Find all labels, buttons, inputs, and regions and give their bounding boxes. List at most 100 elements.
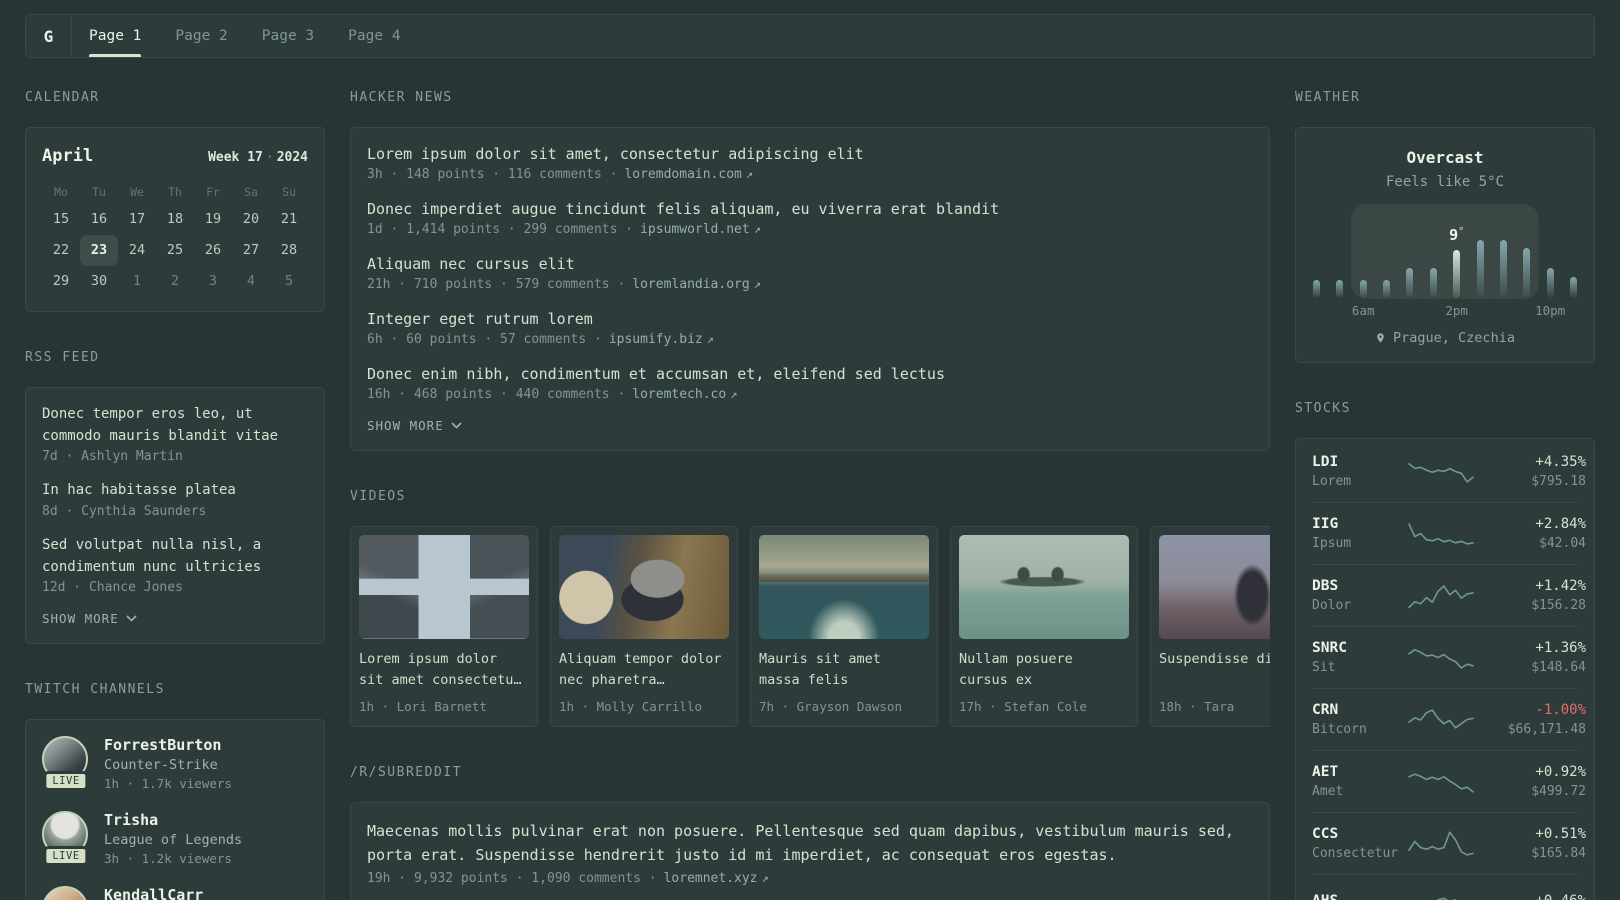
hour-label: 10pm [1535,303,1566,318]
hn-item-title[interactable]: Donec enim nibh, condimentum et accumsan… [367,364,1253,385]
stock-row[interactable]: IIG Ipsum +2.84% $42.04 [1312,502,1586,564]
subreddit-post-domain-link[interactable]: loremnet.xyz ↗ [664,871,769,886]
calendar-day: 2 [170,273,180,289]
weather-label: WEATHER [1295,90,1361,105]
hackernews-panel: Lorem ipsum dolor sit amet, consectetur … [350,127,1270,451]
subreddit-post-title[interactable]: Maecenas mollis pulvinar erat non posuer… [367,819,1253,867]
calendar-weekdays: Mo Tu We Th Fr Sa Su [42,180,308,204]
hn-item-meta: 21h · 710 points · 579 comments · loremla… [367,277,1253,292]
hn-item-title[interactable]: Integer eget rutrum lorem [367,309,1253,330]
hn-item: Integer eget rutrum lorem 6h · 60 points… [367,309,1253,347]
stock-change: +1.36% [1535,640,1586,656]
external-link-icon: ↗ [753,222,761,236]
subreddit-widget: /R/SUBREDDIT Maecenas mollis pulvinar er… [350,765,1270,900]
stock-change: +0.51% [1535,826,1586,842]
hn-item-title[interactable]: Lorem ipsum dolor sit amet, consectetur … [367,144,1253,165]
rss-item-title[interactable]: In hac habitasse platea [42,480,308,502]
hackernews-list: Lorem ipsum dolor sit amet, consectetur … [367,144,1253,402]
hn-item-domain-link[interactable]: loremlandia.org ↗ [632,277,761,292]
video-card[interactable]: Nullam posuere cursus ex 17h · Stefan Co… [950,526,1138,727]
hn-item-meta: 16h · 468 points · 440 comments · loremte… [367,387,1253,402]
rss-item-meta: 8d · Cynthia Saunders [42,504,207,520]
weekday-label: Sa [244,185,258,199]
weather-bar [1336,280,1344,298]
stock-row[interactable]: CCS Consectetur +0.51% $165.84 [1312,812,1586,874]
rss-item-title[interactable]: Sed volutpat nulla nisl, a condimentum n… [42,535,308,578]
stock-identity: AHS [1312,893,1408,900]
current-temp-label: 9° [1449,226,1465,244]
hn-item-meta: 3h · 148 points · 116 comments · loremdom… [367,167,1253,182]
rss-show-more-button[interactable]: SHOW MORE [42,611,137,626]
week-number: Week 17 [208,150,263,165]
rss-item: Donec tempor eros leo, ut commodo mauris… [42,404,308,464]
twitch-label: TWITCH CHANNELS [25,682,165,698]
twitch-avatar-wrap: LIVE [42,886,90,900]
rss-item-meta: 12d · Chance Jones [42,580,183,596]
stock-price: $148.64 [1531,660,1586,675]
external-link-icon: ↗ [753,277,761,291]
hn-item-domain-link[interactable]: ipsumworld.net ↗ [640,222,761,237]
calendar-day: 17 [128,211,146,227]
hn-item-domain: loremtech.co [632,387,727,402]
stock-sparkline [1408,462,1474,483]
twitch-channel[interactable]: LIVE KendallCarr [42,886,308,900]
calendar-day: 21 [280,211,298,227]
weather-bar [1523,248,1531,298]
twitch-channel[interactable]: LIVE Trisha League of Legends 3h · 1.2k … [42,811,308,867]
calendar-day: 3 [208,273,218,289]
video-card[interactable]: Lorem ipsum dolor sit amet consectetu… 1… [350,526,538,727]
video-title: Nullam posuere cursus ex [959,651,1073,688]
calendar-day: 5 [284,273,294,289]
stock-row[interactable]: SNRC Sit +1.36% $148.64 [1312,626,1586,688]
page-tab[interactable]: Page 2 [158,15,244,57]
hn-item-stats: 6h · 60 points · 57 comments · [367,332,602,347]
hn-item-domain-link[interactable]: loremtech.co ↗ [632,387,737,402]
external-link-icon: ↗ [745,167,754,181]
stock-row[interactable]: AHS +0.46% [1312,874,1586,900]
stock-sparkline [1408,830,1474,856]
page-tab[interactable]: Page 3 [245,15,331,57]
stock-sparkline [1408,522,1474,545]
subreddit-label: /R/SUBREDDIT [350,765,462,780]
hn-item-title[interactable]: Aliquam nec cursus elit [367,254,1253,275]
stock-row[interactable]: CRN Bitcorn -1.00% $66,171.48 [1312,688,1586,750]
twitch-channel-game: Counter-Strike [104,757,218,774]
stock-sparkline [1408,708,1474,729]
stock-sparkline [1408,584,1474,608]
calendar-day: 27 [242,242,260,258]
rss-item-title[interactable]: Donec tempor eros leo, ut commodo mauris… [42,404,308,447]
page-tab[interactable]: Page 1 [72,15,158,57]
video-title: Suspendisse diam [1159,651,1270,667]
stock-symbol: CRN [1312,702,1339,718]
separator-dot: · [265,150,274,165]
stock-row[interactable]: DBS Dolor +1.42% $156.28 [1312,564,1586,626]
app-logo[interactable]: G [26,15,72,57]
hackernews-show-more-button[interactable]: SHOW MORE [367,418,462,433]
hn-item-title[interactable]: Donec imperdiet augue tincidunt felis al… [367,199,1253,220]
hn-item-domain-link[interactable]: loremdomain.com ↗ [624,167,753,182]
active-tab-underline [89,54,142,57]
weekday-label: Th [168,185,182,199]
calendar-day: 18 [166,211,184,227]
page-tab-label: Page 4 [348,28,401,44]
rss-list: Donec tempor eros leo, ut commodo mauris… [42,404,308,595]
hn-item-domain-link[interactable]: ipsumify.biz ↗ [609,332,714,347]
live-badge: LIVE [43,846,89,867]
hn-item-meta: 1d · 1,414 points · 299 comments · ipsumw… [367,222,1253,237]
stock-values: +0.46% [1474,893,1586,900]
video-card[interactable]: Aliquam tempor dolor nec pharetra… 1h · … [550,526,738,727]
subreddit-post-meta: 19h · 9,932 points · 1,090 comments · lor… [367,871,1253,886]
stock-row[interactable]: LDI Lorem +4.35% $795.18 [1312,441,1586,502]
stock-row[interactable]: AET Amet +0.92% $499.72 [1312,750,1586,812]
page-tab[interactable]: Page 4 [331,15,417,57]
video-card[interactable]: Mauris sit amet massa felis 7h · Grayson… [750,526,938,727]
calendar-day: 29 [52,273,70,289]
video-card[interactable]: Suspendisse diam 18h · Tara [1150,526,1270,727]
twitch-channel-name: Trisha [104,811,159,830]
right-column: WEATHER Overcast Feels like 5°C 6am 2pm 10… [1295,90,1595,900]
stock-identity: IIG Ipsum [1312,516,1408,551]
rss-label: RSS FEED [25,350,100,365]
rss-widget: RSS FEED Donec tempor eros leo, ut commo… [25,350,325,645]
calendar-day: 19 [204,211,222,227]
twitch-channel[interactable]: LIVE ForrestBurton Counter-Strike 1h · 1… [42,736,308,792]
